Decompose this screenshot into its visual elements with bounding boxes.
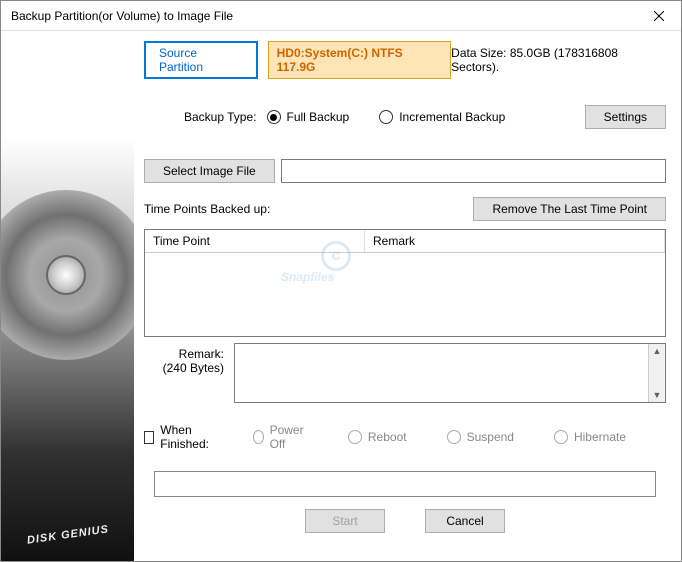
when-finished-row: When Finished: Power Off Reboot Suspend … [144, 423, 666, 451]
tabs-row: Source Partition HD0:System(C:) NTFS 117… [144, 41, 666, 79]
backup-type-row: Backup Type: Full Backup Incremental Bac… [144, 105, 666, 129]
table-header: Time Point Remark [145, 230, 665, 253]
main-panel: Source Partition HD0:System(C:) NTFS 117… [134, 31, 681, 561]
progress-bar [154, 471, 656, 497]
remark-bytes: (240 Bytes) [144, 361, 224, 375]
timepoints-label: Time Points Backed up: [144, 202, 270, 216]
poweroff-label: Power Off [270, 423, 308, 451]
close-icon [654, 11, 664, 21]
radio-full-label: Full Backup [287, 110, 350, 124]
radio-icon [348, 430, 362, 444]
when-finished-label: When Finished: [160, 423, 223, 451]
radio-poweroff[interactable]: Power Off [253, 423, 308, 451]
scroll-up-icon: ▲ [651, 344, 664, 358]
hibernate-label: Hibernate [574, 430, 626, 444]
brand-text: DISK GENIUS [26, 523, 109, 546]
tab-source-partition[interactable]: Source Partition [144, 41, 258, 79]
sidebar-graphic: DISK GENIUS [1, 31, 134, 561]
when-finished-checkbox[interactable] [144, 431, 154, 444]
progress-row [144, 471, 666, 497]
settings-button[interactable]: Settings [585, 105, 666, 129]
select-image-row: Select Image File [144, 159, 666, 183]
start-button[interactable]: Start [305, 509, 385, 533]
timepoints-table: Time Point Remark [144, 229, 666, 337]
suspend-label: Suspend [467, 430, 514, 444]
content-area: DISK GENIUS Source Partition HD0:System(… [1, 31, 681, 561]
remark-row: Remark: (240 Bytes) ▲ ▼ [144, 343, 666, 403]
radio-suspend[interactable]: Suspend [447, 430, 514, 444]
disk-illustration [1, 190, 134, 360]
data-size-label: Data Size: 85.0GB (178316808 Sectors). [451, 46, 666, 74]
remark-label-group: Remark: (240 Bytes) [144, 343, 234, 375]
radio-reboot[interactable]: Reboot [348, 430, 407, 444]
image-file-path-input[interactable] [281, 159, 666, 183]
select-image-file-button[interactable]: Select Image File [144, 159, 275, 183]
scroll-down-icon: ▼ [651, 388, 664, 402]
column-remark[interactable]: Remark [365, 230, 665, 252]
backup-type-label: Backup Type: [184, 110, 257, 124]
cancel-button[interactable]: Cancel [425, 509, 505, 533]
radio-full-backup[interactable]: Full Backup [267, 110, 350, 124]
remove-last-timepoint-button[interactable]: Remove The Last Time Point [473, 197, 666, 221]
radio-icon [554, 430, 568, 444]
radio-icon [253, 430, 264, 444]
column-timepoint[interactable]: Time Point [145, 230, 365, 252]
action-buttons-row: Start Cancel [144, 509, 666, 543]
remark-textarea[interactable]: ▲ ▼ [234, 343, 666, 403]
radio-hibernate[interactable]: Hibernate [554, 430, 626, 444]
radio-icon [379, 110, 393, 124]
reboot-label: Reboot [368, 430, 407, 444]
partition-info: HD0:System(C:) NTFS 117.9G [268, 41, 452, 79]
radio-icon [447, 430, 461, 444]
close-button[interactable] [636, 1, 681, 31]
radio-incremental-backup[interactable]: Incremental Backup [379, 110, 505, 124]
timepoints-header-row: Time Points Backed up: Remove The Last T… [144, 197, 666, 221]
title-bar: Backup Partition(or Volume) to Image Fil… [1, 1, 681, 31]
remark-scrollbar[interactable]: ▲ ▼ [648, 344, 665, 402]
radio-incremental-label: Incremental Backup [399, 110, 505, 124]
window-title: Backup Partition(or Volume) to Image Fil… [11, 9, 233, 23]
radio-icon [267, 110, 281, 124]
remark-label: Remark: [144, 347, 224, 361]
